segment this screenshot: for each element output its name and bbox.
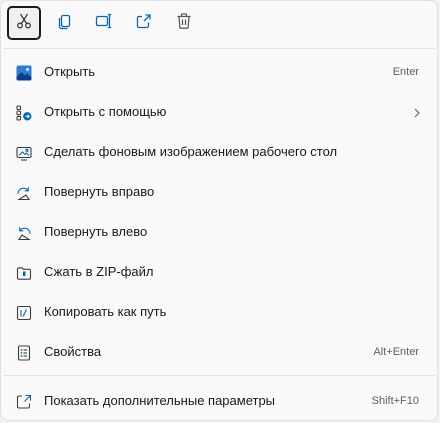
menu-item-shortcut: Alt+Enter bbox=[373, 346, 419, 358]
menu-item-open-with[interactable]: Открыть с помощью bbox=[5, 94, 433, 130]
cut-icon bbox=[15, 12, 33, 35]
more-options-icon bbox=[15, 393, 33, 411]
menu-item-copy-as-path[interactable]: Копировать как путь bbox=[5, 294, 433, 330]
rotate-left-icon bbox=[15, 224, 33, 242]
zip-icon bbox=[15, 264, 33, 282]
copy-button[interactable] bbox=[48, 6, 82, 40]
context-menu: Открыть Enter Открыть с помощью Сделать … bbox=[0, 0, 438, 421]
properties-icon bbox=[15, 344, 33, 362]
menu-item-set-wallpaper[interactable]: Сделать фоновым изображением рабочего ст… bbox=[5, 134, 433, 170]
rotate-right-icon bbox=[15, 184, 33, 202]
toolbar-divider bbox=[3, 48, 435, 49]
menu-item-open[interactable]: Открыть Enter bbox=[5, 54, 433, 90]
menu-item-properties[interactable]: Свойства Alt+Enter bbox=[5, 334, 433, 370]
copy-icon bbox=[56, 12, 74, 35]
menu-item-rotate-right[interactable]: Повернуть вправо bbox=[5, 174, 433, 210]
menu-item-label: Повернуть влево bbox=[44, 224, 148, 239]
share-icon bbox=[135, 12, 153, 35]
share-button[interactable] bbox=[127, 6, 161, 40]
set-wallpaper-icon bbox=[15, 144, 33, 162]
menu-item-label: Открыть bbox=[44, 64, 96, 79]
menu-item-label: Копировать как путь bbox=[44, 304, 167, 319]
delete-icon bbox=[175, 12, 193, 35]
menu-item-label: Показать дополнительные параметры bbox=[44, 393, 276, 408]
rename-icon bbox=[95, 12, 113, 35]
menu-item-show-more-options[interactable]: Показать дополнительные параметры Shift+… bbox=[5, 383, 433, 419]
rename-button[interactable] bbox=[87, 6, 121, 40]
menu-item-rotate-left[interactable]: Повернуть влево bbox=[5, 214, 433, 250]
menu-item-label: Сделать фоновым изображением рабочего ст… bbox=[44, 144, 337, 159]
context-menu-toolbar bbox=[1, 1, 437, 47]
delete-button[interactable] bbox=[167, 6, 201, 40]
menu-item-shortcut: Shift+F10 bbox=[371, 395, 419, 407]
menu-item-label: Свойства bbox=[44, 344, 102, 359]
photos-app-icon bbox=[15, 64, 33, 82]
cut-button[interactable] bbox=[7, 6, 41, 40]
copy-path-icon bbox=[15, 304, 33, 322]
chevron-right-icon bbox=[411, 106, 423, 118]
menu-item-compress-zip[interactable]: Сжать в ZIP-файл bbox=[5, 254, 433, 290]
menu-divider bbox=[3, 375, 435, 376]
menu-item-label: Повернуть вправо bbox=[44, 184, 155, 199]
menu-item-shortcut: Enter bbox=[392, 66, 419, 78]
open-with-icon bbox=[15, 104, 33, 122]
menu-item-label: Открыть с помощью bbox=[44, 104, 167, 119]
menu-item-label: Сжать в ZIP-файл bbox=[44, 264, 154, 279]
